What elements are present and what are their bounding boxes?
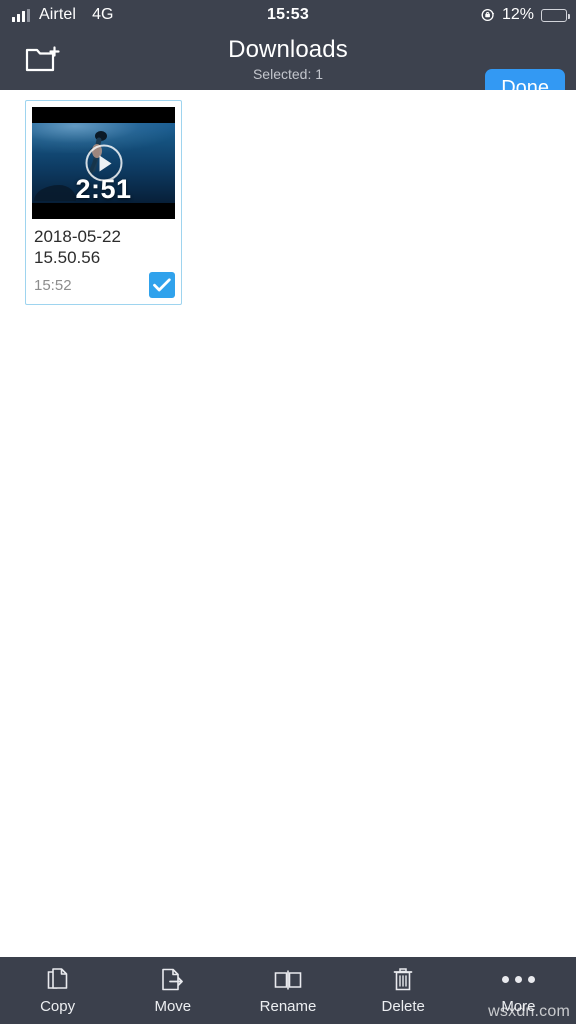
rename-icon — [274, 967, 302, 993]
move-icon — [160, 967, 186, 993]
file-meta-row: 15:52 — [32, 268, 175, 304]
toolbar-item-move[interactable]: Move — [115, 957, 230, 1024]
trash-icon — [392, 967, 414, 993]
status-bar: Airtel 4G 15:53 12% — [0, 0, 576, 30]
battery-icon — [541, 8, 570, 22]
toolbar-item-more[interactable]: More — [461, 957, 576, 1024]
more-dots-icon — [501, 967, 535, 993]
copy-icon — [46, 967, 70, 993]
toolbar-label-move: Move — [154, 997, 192, 1015]
action-toolbar: Copy Move Rename Delete More wsxdn.com — [0, 957, 576, 1024]
toolbar-item-delete[interactable]: Delete — [346, 957, 461, 1024]
checkmark-icon[interactable] — [149, 272, 175, 298]
video-thumbnail[interactable]: 2:51 — [32, 107, 175, 219]
toolbar-label-delete: Delete — [381, 997, 425, 1015]
navigation-bar: Downloads Selected: 1 Done — [0, 30, 576, 108]
file-time-label: 15:52 — [34, 276, 72, 294]
file-grid: 2:51 2018-05-22 15.50.56 15:52 — [0, 90, 576, 305]
file-browser-content: 2:51 2018-05-22 15.50.56 15:52 — [0, 90, 576, 957]
toolbar-item-rename[interactable]: Rename — [230, 957, 345, 1024]
file-card[interactable]: 2:51 2018-05-22 15.50.56 15:52 — [25, 100, 182, 305]
file-name-label: 2018-05-22 15.50.56 — [34, 227, 121, 267]
status-bar-right: 12% — [481, 6, 570, 24]
toolbar-label-more: More — [501, 997, 536, 1015]
rotation-lock-icon — [481, 8, 495, 22]
phone-screen: Airtel 4G 15:53 12% Downloads Selected: … — [0, 0, 576, 1024]
toolbar-label-copy: Copy — [40, 997, 76, 1015]
toolbar-item-copy[interactable]: Copy — [0, 957, 115, 1024]
toolbar-label-rename: Rename — [259, 997, 317, 1015]
page-title: Downloads — [228, 36, 348, 63]
video-duration-label: 2:51 — [75, 174, 132, 204]
battery-percent-label: 12% — [501, 6, 534, 23]
